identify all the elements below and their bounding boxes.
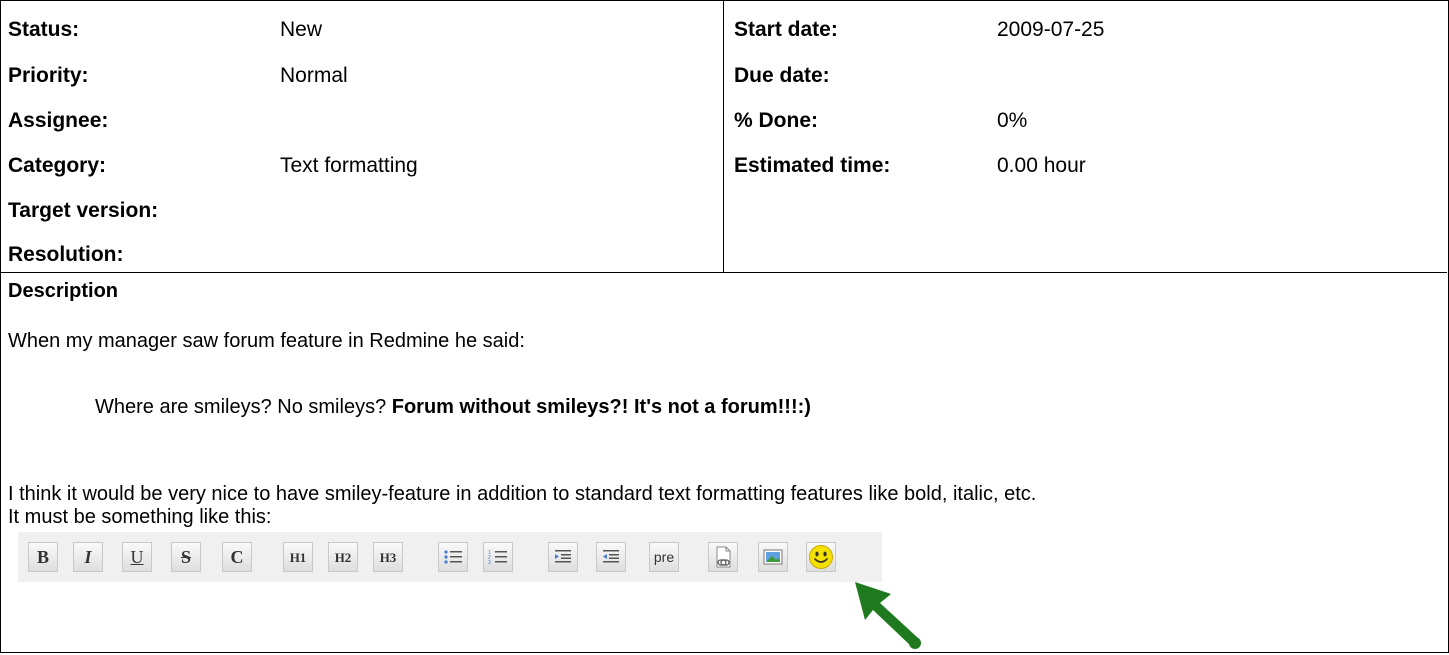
attr-row-priority: Priority: Normal xyxy=(0,56,723,96)
bold-label: B xyxy=(36,547,49,567)
quote-icon xyxy=(555,550,571,563)
italic-label: I xyxy=(84,547,92,567)
attr-row-status: Status: New xyxy=(0,10,723,50)
issue-page: Status: New Priority: Normal Assignee: C… xyxy=(0,0,1449,653)
quote-button[interactable] xyxy=(548,542,578,572)
ordered-list-icon: 1 2 3 xyxy=(488,550,507,566)
attr-label: Priority: xyxy=(8,64,89,87)
attr-row-target-version: Target version: xyxy=(0,191,723,231)
attr-value: Normal xyxy=(280,64,348,87)
ordered-list-button[interactable]: 1 2 3 xyxy=(483,542,513,572)
attr-label: Assignee: xyxy=(8,109,109,132)
unquote-icon xyxy=(603,550,619,563)
description-title: Description xyxy=(8,280,119,302)
attr-value: 0.00 hour xyxy=(997,154,1086,177)
heading3-label: H3 xyxy=(379,549,397,565)
heading2-label: H2 xyxy=(334,549,352,565)
svg-text:3: 3 xyxy=(488,560,491,566)
attr-label: Status: xyxy=(8,18,80,41)
link-icon xyxy=(716,546,731,568)
code-button[interactable]: C xyxy=(222,542,252,572)
image-button[interactable] xyxy=(758,542,788,572)
smiley-button[interactable] xyxy=(806,542,836,572)
quote-plain-text: Where are smileys? No smileys? xyxy=(95,396,392,418)
attr-row-start-date: Start date: 2009-07-25 xyxy=(724,10,1447,50)
description-quote: Where are smileys? No smileys? Forum wit… xyxy=(95,396,811,419)
preformatted-label: pre xyxy=(653,549,675,565)
smiley-icon xyxy=(809,545,833,569)
attr-value: Text formatting xyxy=(280,154,418,177)
image-icon xyxy=(763,549,783,565)
underline-button[interactable]: U xyxy=(122,542,152,572)
attr-label: Due date: xyxy=(734,64,830,87)
description-line-2: It must be something like this: xyxy=(8,506,272,528)
attr-label: Estimated time: xyxy=(734,154,891,177)
heading1-label: H1 xyxy=(289,549,307,565)
strikethrough-button[interactable]: S xyxy=(171,542,201,572)
heading2-button[interactable]: H2 xyxy=(328,542,358,572)
description-intro: When my manager saw forum feature in Red… xyxy=(8,330,525,352)
heading3-button[interactable]: H3 xyxy=(373,542,403,572)
unordered-list-icon xyxy=(444,550,462,564)
pointer-arrow-icon xyxy=(855,582,921,649)
description-line-1: I think it would be very nice to have sm… xyxy=(8,483,1037,505)
code-label: C xyxy=(230,547,244,567)
attr-row-category: Category: Text formatting xyxy=(0,146,723,186)
attr-row-estimated-time: Estimated time: 0.00 hour xyxy=(724,146,1447,186)
issue-attributes: Status: New Priority: Normal Assignee: C… xyxy=(0,0,1447,272)
heading1-button[interactable]: H1 xyxy=(283,542,313,572)
quote-bold-text: Forum without smileys?! It's not a forum… xyxy=(391,396,811,418)
attr-row-due-date: Due date: xyxy=(724,56,1447,96)
unquote-button[interactable] xyxy=(596,542,626,572)
unordered-list-button[interactable] xyxy=(438,542,468,572)
underline-label: U xyxy=(130,547,144,567)
attr-row-done: % Done: 0% xyxy=(724,101,1447,141)
preformatted-button[interactable]: pre xyxy=(649,542,679,572)
attr-row-resolution: Resolution: xyxy=(0,235,723,275)
attr-value: New xyxy=(280,18,323,41)
attr-label: Start date: xyxy=(734,18,838,41)
attr-label: Resolution: xyxy=(8,243,124,266)
bold-button[interactable]: B xyxy=(28,542,58,572)
attr-value: 2009-07-25 xyxy=(997,18,1105,41)
section-divider xyxy=(0,272,1447,273)
formatting-toolbar: B I U S C H1 H2 H3 1 2 3 pre xyxy=(18,532,882,582)
attr-label: Target version: xyxy=(8,199,159,222)
attr-label: % Done: xyxy=(734,109,818,132)
attr-label: Category: xyxy=(8,154,107,177)
attr-row-assignee: Assignee: xyxy=(0,101,723,141)
strikethrough-label: S xyxy=(180,547,191,567)
attr-value: 0% xyxy=(997,109,1028,132)
italic-button[interactable]: I xyxy=(73,542,103,572)
wiki-link-button[interactable] xyxy=(708,542,738,572)
